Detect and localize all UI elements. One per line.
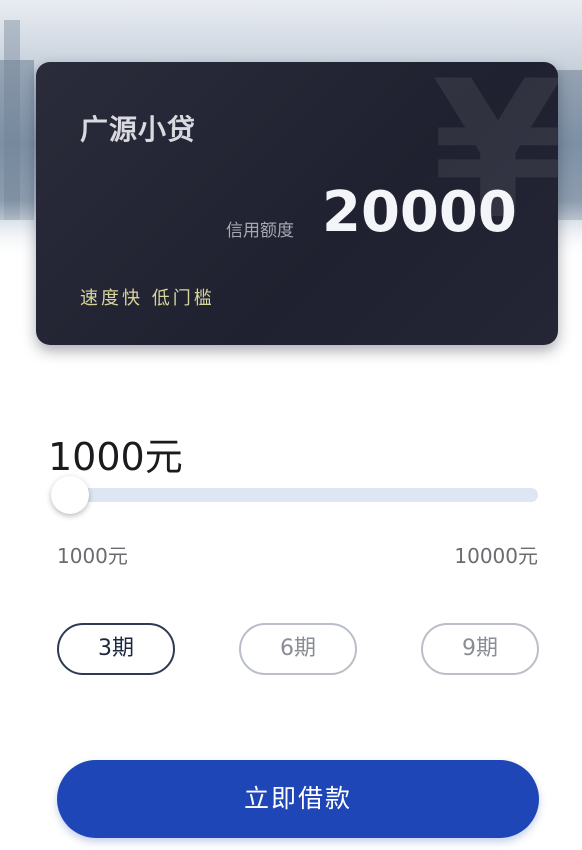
credit-limit-amount: 20000	[322, 180, 517, 245]
term-option-6[interactable]: 6期	[239, 623, 357, 675]
borrow-now-button[interactable]: 立即借款	[57, 760, 539, 838]
credit-card: ¥ 广源小贷 信用额度 20000 速度快 低门槛	[36, 62, 558, 345]
amount-slider-thumb[interactable]	[51, 476, 89, 514]
term-option-3[interactable]: 3期	[57, 623, 175, 675]
term-option-9[interactable]: 9期	[421, 623, 539, 675]
brand-name: 广源小贷	[80, 113, 197, 146]
amount-slider-track[interactable]	[56, 488, 538, 502]
slider-min-label: 1000元	[57, 544, 128, 568]
selected-amount: 1000元	[48, 435, 183, 479]
background-building	[4, 20, 20, 220]
credit-limit-label: 信用额度	[226, 221, 294, 241]
slider-max-label: 10000元	[454, 544, 538, 568]
card-tagline: 速度快 低门槛	[80, 288, 215, 309]
